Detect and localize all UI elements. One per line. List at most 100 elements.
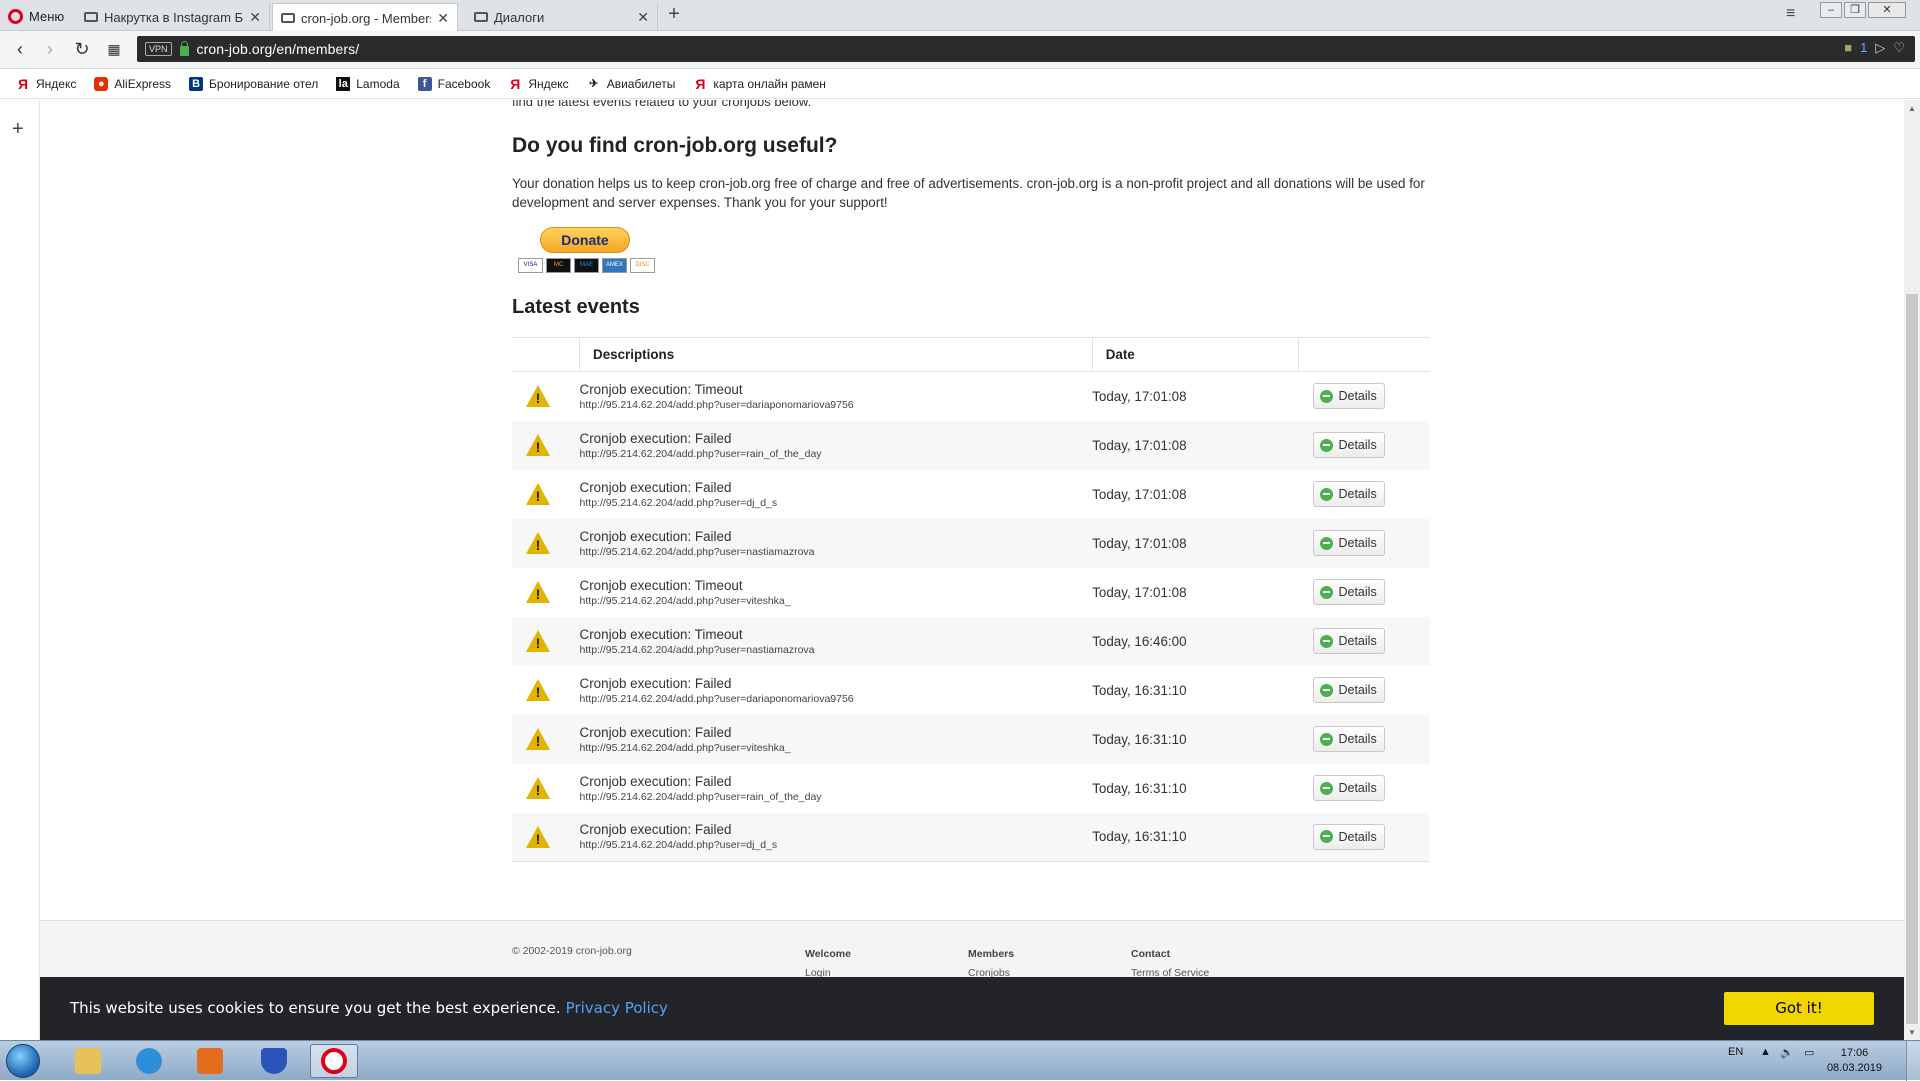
row-icon-cell	[512, 568, 580, 617]
show-desktop-button[interactable]	[1906, 1041, 1920, 1081]
bookmark-label: Яндекс	[36, 76, 77, 91]
footer-heading: Members	[968, 948, 1015, 960]
clock-time: 17:06	[1840, 1047, 1869, 1059]
tab-close-icon[interactable]: ✕	[637, 9, 649, 26]
minimize-icon[interactable]: –	[1820, 2, 1842, 18]
cookie-message-wrap: This website uses cookies to ensure you …	[70, 999, 668, 1017]
details-button[interactable]: Details	[1313, 432, 1386, 458]
event-title: Cronjob execution: Failed	[579, 479, 732, 495]
details-button[interactable]: Details	[1313, 530, 1386, 556]
warning-icon	[526, 728, 550, 750]
row-description-cell: Cronjob execution: Timeout http://95.214.…	[580, 568, 1093, 617]
event-date: Today, 17:01:08	[1092, 420, 1299, 470]
volume-icon[interactable]: 🔊	[1780, 1046, 1794, 1059]
mastercard-icon: MC	[546, 258, 571, 273]
event-date: Today, 17:01:08	[1092, 518, 1299, 568]
bookmark-facebook[interactable]: f Facebook	[417, 76, 490, 91]
visa-icon: VISA	[518, 258, 543, 273]
details-label: Details	[1338, 683, 1377, 697]
details-icon	[1320, 585, 1334, 599]
tab-dialogs[interactable]: Диалоги ✕	[466, 3, 658, 31]
browser-tab-bar: Меню Накрутка в Instagram БЕС ✕ cron-job…	[0, 0, 1920, 32]
url-field[interactable]: VPN cron-job.org/en/members/ ■ 1 ▷ ♡	[137, 36, 1915, 62]
easy-setup-icon[interactable]: ≡	[1786, 5, 1795, 23]
details-button[interactable]: Details	[1313, 383, 1386, 410]
cookie-accept-button[interactable]: Got it!	[1724, 992, 1874, 1025]
taskbar-opera[interactable]	[310, 1044, 358, 1078]
column-header-icon	[512, 337, 580, 372]
opera-menu-button[interactable]: Меню	[8, 6, 64, 26]
bookmark-booking[interactable]: B Бронирование отел	[189, 76, 318, 91]
taskbar-clock[interactable]: 17:06 08.03.2019	[1827, 1046, 1882, 1076]
taskbar-explorer[interactable]	[64, 1044, 112, 1078]
shield-icon	[261, 1048, 287, 1074]
scroll-up-icon[interactable]: ▲	[1908, 104, 1916, 113]
reload-icon[interactable]: ↻	[71, 39, 93, 61]
cookie-consent-bar: This website uses cookies to ensure you …	[40, 977, 1904, 1040]
tab-label: Накрутка в Instagram БЕС	[104, 9, 244, 25]
page-scrollbar[interactable]: ▲ ▼	[1904, 100, 1920, 1040]
row-description-cell: Cronjob execution: Timeout http://95.214.…	[580, 372, 1093, 421]
yandex-icon: Я	[510, 75, 521, 92]
donate-button[interactable]: Donate	[540, 227, 630, 253]
details-button[interactable]: Details	[1313, 481, 1386, 507]
table-row: Cronjob execution: Failedhttp://95.214.6…	[512, 812, 1430, 862]
window-close-icon[interactable]: ✕	[1868, 2, 1906, 18]
lock-icon[interactable]	[179, 41, 189, 56]
network-icon[interactable]: ▭	[1804, 1046, 1814, 1059]
warning-icon	[526, 630, 550, 652]
sidebar-add-icon[interactable]: +	[12, 118, 24, 141]
language-indicator[interactable]: EN	[1728, 1046, 1743, 1058]
extension-icon[interactable]: ■	[1844, 40, 1852, 56]
tab-instagram[interactable]: Накрутка в Instagram БЕС ✕	[76, 3, 270, 31]
heart-icon[interactable]: ♡	[1893, 40, 1905, 56]
scrollbar-thumb[interactable]	[1906, 294, 1918, 1024]
bookmark-aliexpress[interactable]: ● AliExpress	[94, 76, 171, 91]
details-label: Details	[1338, 585, 1377, 599]
bookmark-yandex[interactable]: Я Яндекс	[16, 77, 76, 91]
bookmark-aviabilety[interactable]: ✈ Авиабилеты	[587, 77, 675, 91]
taskbar-security[interactable]	[250, 1044, 298, 1078]
details-button[interactable]: Details	[1313, 579, 1386, 605]
url-text[interactable]: cron-job.org/en/members/	[197, 41, 360, 57]
details-button[interactable]: Details	[1313, 628, 1386, 654]
bookmarks-bar: Я Яндекс ● AliExpress B Бронирование отел l…	[0, 69, 1920, 99]
tab-cron-job-members[interactable]: cron-job.org - Members ✕	[272, 3, 458, 32]
start-button[interactable]	[6, 1044, 40, 1078]
warning-icon	[526, 434, 550, 456]
opera-icon	[321, 1048, 347, 1074]
row-icon-cell	[512, 616, 580, 666]
maximize-icon[interactable]: ❐	[1844, 2, 1866, 18]
vpn-badge[interactable]: VPN	[145, 42, 172, 56]
bookmark-label: Яндекс	[528, 76, 569, 91]
event-title: Cronjob execution: Timeout	[579, 577, 743, 593]
table-row: Cronjob execution: Failedhttp://95.214.6…	[512, 420, 1430, 470]
bookmark-lamoda[interactable]: la Lamoda	[336, 76, 400, 91]
details-button[interactable]: Details	[1313, 823, 1386, 850]
payment-cards[interactable]: VISA MC MAE AMEX DISC	[518, 258, 655, 273]
adblock-count[interactable]: 1	[1860, 40, 1867, 56]
privacy-policy-link[interactable]: Privacy Policy	[566, 999, 668, 1017]
tray-expand-icon[interactable]: ▲	[1760, 1046, 1771, 1058]
tab-close-icon[interactable]: ✕	[437, 10, 449, 27]
new-tab-button[interactable]: +	[662, 3, 686, 27]
internet-explorer-icon	[136, 1048, 162, 1074]
forward-icon[interactable]: ›	[39, 39, 61, 61]
bookmark-karta[interactable]: Якарта онлайн рамен	[693, 77, 826, 91]
row-icon-cell	[512, 714, 580, 764]
details-button[interactable]: Details	[1313, 726, 1386, 752]
warning-icon	[526, 385, 550, 408]
scroll-down-icon[interactable]: ▼	[1908, 1028, 1916, 1037]
details-button[interactable]: Details	[1313, 775, 1386, 801]
column-header-actions	[1297, 337, 1430, 372]
send-icon[interactable]: ▷	[1875, 40, 1885, 56]
taskbar-ie[interactable]	[125, 1044, 173, 1078]
table-header-row: Descriptions Date	[512, 337, 1430, 372]
tab-grid-icon[interactable]: ▦	[103, 39, 125, 61]
bookmark-yandex-2[interactable]: Я Яндекс	[508, 77, 568, 91]
row-description-cell: Cronjob execution: Failed http://95.214.6…	[579, 812, 1093, 862]
details-button[interactable]: Details	[1313, 677, 1386, 703]
back-icon[interactable]: ‹	[9, 39, 31, 61]
taskbar-media[interactable]	[186, 1044, 234, 1078]
tab-close-icon[interactable]: ✕	[249, 9, 261, 26]
